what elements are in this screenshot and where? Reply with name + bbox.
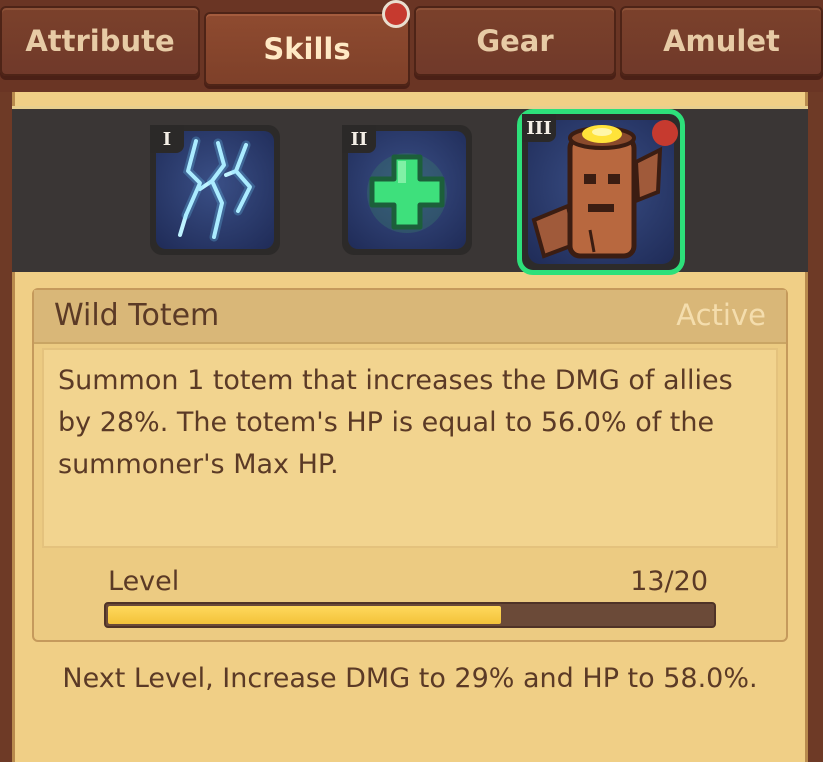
skill-numeral: II [342, 125, 376, 153]
level-progress-fill [108, 606, 501, 624]
level-label: Level [108, 566, 180, 597]
skill-slot-3[interactable]: III [517, 109, 685, 275]
skill-numeral: III [522, 114, 556, 142]
level-progress-bar [104, 602, 716, 628]
tab-skills-label: Skills [263, 32, 351, 66]
tab-bar: Attribute Skills Gear Amulet [0, 0, 823, 92]
level-value: 13/20 [630, 566, 708, 597]
skill-slot-1[interactable]: I [150, 125, 280, 255]
next-level-text: Next Level, Increase DMG to 29% and HP t… [62, 663, 758, 694]
tab-attribute[interactable]: Attribute [0, 6, 200, 76]
skills-notification-dot [382, 0, 410, 28]
tab-gear-label: Gear [476, 24, 554, 58]
skill-selector-strip: I II III [12, 106, 808, 275]
skill-info-card: Wild Totem Active Summon 1 totem that in… [32, 288, 788, 642]
tab-skills[interactable]: Skills [204, 12, 410, 86]
skill-description-box: Summon 1 totem that increases the DMG of… [42, 348, 778, 548]
tab-gear[interactable]: Gear [414, 6, 616, 76]
tab-amulet-label: Amulet [663, 24, 780, 58]
skill-status: Active [676, 298, 766, 332]
skill-slot-2[interactable]: II [342, 125, 472, 255]
skill-notification-dot [652, 120, 678, 146]
skill-info-header: Wild Totem Active [34, 290, 786, 344]
tab-attribute-label: Attribute [25, 24, 175, 58]
tab-amulet[interactable]: Amulet [620, 6, 823, 76]
skill-numeral: I [150, 125, 184, 153]
skill-description: Summon 1 totem that increases the DMG of… [58, 365, 733, 480]
skill-name: Wild Totem [54, 298, 220, 333]
